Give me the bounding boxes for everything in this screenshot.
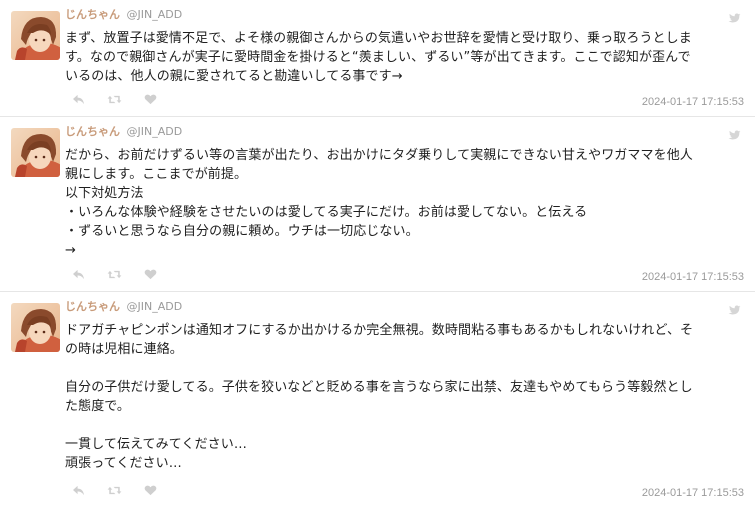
retweet-icon[interactable] — [107, 481, 122, 500]
display-name[interactable]: じんちゃん — [65, 8, 120, 21]
retweet-icon[interactable] — [107, 90, 122, 109]
display-name[interactable]: じんちゃん — [65, 125, 120, 138]
reply-icon[interactable] — [72, 90, 85, 109]
tweet-header: じんちゃん @JIN_ADD — [65, 125, 182, 139]
tweet-item: じんちゃん @JIN_ADD まず、放置子は愛情不足で、よそ様の親御さんからの気… — [0, 0, 755, 117]
tweet-text: ドアガチャピンポンは通知オフにするか出かけるか完全無視。数時間粘る事もあるかもし… — [65, 323, 694, 471]
tweet-text: だから、お前だけずるい等の言葉が出たり、お出かけにタダ乗りして実親にできない甘え… — [65, 148, 693, 258]
reply-icon[interactable] — [72, 481, 85, 500]
timestamp[interactable]: 2024-01-17 17:15:53 — [642, 96, 744, 108]
screen-name[interactable]: @JIN_ADD — [127, 8, 183, 21]
bird-icon — [728, 301, 741, 320]
screen-name[interactable]: @JIN_ADD — [127, 300, 183, 313]
avatar[interactable] — [11, 11, 60, 60]
tweet-actions — [72, 267, 157, 281]
bird-icon — [728, 126, 741, 145]
heart-icon[interactable] — [144, 265, 157, 284]
avatar[interactable] — [11, 303, 60, 352]
heart-icon[interactable] — [144, 90, 157, 109]
tweet-header: じんちゃん @JIN_ADD — [65, 8, 182, 22]
heart-icon[interactable] — [144, 481, 157, 500]
tweet-item: じんちゃん @JIN_ADD だから、お前だけずるい等の言葉が出たり、お出かけに… — [0, 117, 755, 292]
tweet-actions — [72, 483, 157, 497]
bird-icon — [728, 9, 741, 28]
screen-name[interactable]: @JIN_ADD — [127, 125, 183, 138]
tweet-header: じんちゃん @JIN_ADD — [65, 300, 182, 314]
timestamp[interactable]: 2024-01-17 17:15:53 — [642, 487, 744, 499]
avatar[interactable] — [11, 128, 60, 177]
tweet-actions — [72, 92, 157, 106]
reply-icon[interactable] — [72, 265, 85, 284]
display-name[interactable]: じんちゃん — [65, 300, 120, 313]
tweet-text: まず、放置子は愛情不足で、よそ様の親御さんからの気遣いやお世辞を愛情と受け取り、… — [65, 31, 692, 84]
tweet-item: じんちゃん @JIN_ADD ドアガチャピンポンは通知オフにするか出かけるか完全… — [0, 292, 755, 507]
timestamp[interactable]: 2024-01-17 17:15:53 — [642, 271, 744, 283]
retweet-icon[interactable] — [107, 265, 122, 284]
